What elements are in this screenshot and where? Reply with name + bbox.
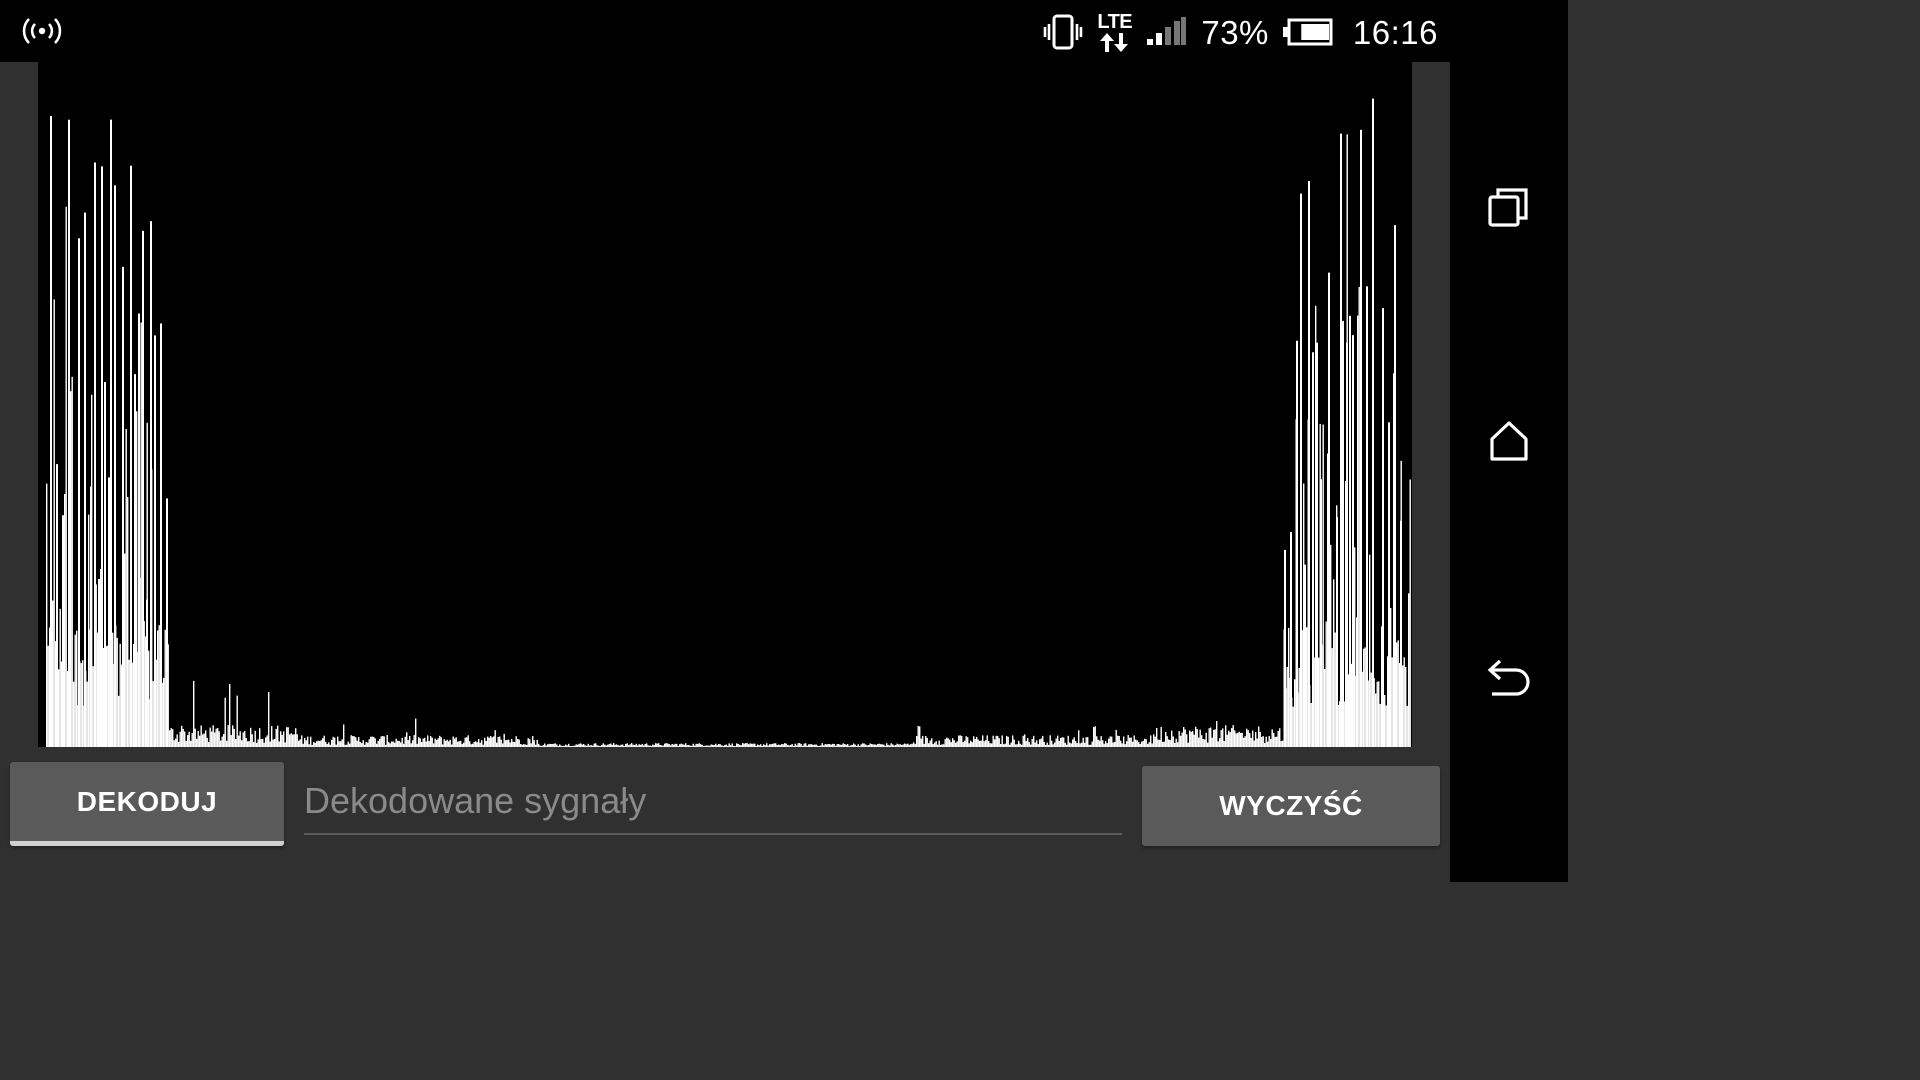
recents-icon[interactable] <box>1484 182 1534 232</box>
status-bar: LTE 73% 16:16 <box>0 0 1450 62</box>
decoded-signals-input[interactable] <box>304 771 1122 831</box>
home-icon[interactable] <box>1484 416 1534 466</box>
signal-strength-icon <box>1147 17 1187 47</box>
lte-data-icon: LTE <box>1097 10 1133 54</box>
decode-button[interactable]: DEKODUJ <box>10 762 284 846</box>
decoded-signals-field <box>304 771 1122 835</box>
spectrum-graph <box>46 98 1411 747</box>
back-icon[interactable] <box>1484 652 1534 702</box>
vibrate-icon <box>1043 13 1083 51</box>
battery-percent: 73% <box>1201 13 1269 51</box>
status-indicators: LTE 73% 16:16 <box>1043 8 1438 56</box>
bottom-controls: DEKODUJ WYCZYŚĆ <box>0 747 1450 882</box>
audio-spectrum-view <box>38 62 1412 747</box>
navigation-bar <box>1450 0 1568 882</box>
network-type: LTE <box>1097 11 1133 33</box>
clear-button[interactable]: WYCZYŚĆ <box>1142 766 1440 846</box>
spectrum-bars <box>46 98 1411 747</box>
battery-icon <box>1282 18 1333 46</box>
wifi-hotspot-icon <box>22 14 62 48</box>
clock: 16:16 <box>1352 13 1438 51</box>
